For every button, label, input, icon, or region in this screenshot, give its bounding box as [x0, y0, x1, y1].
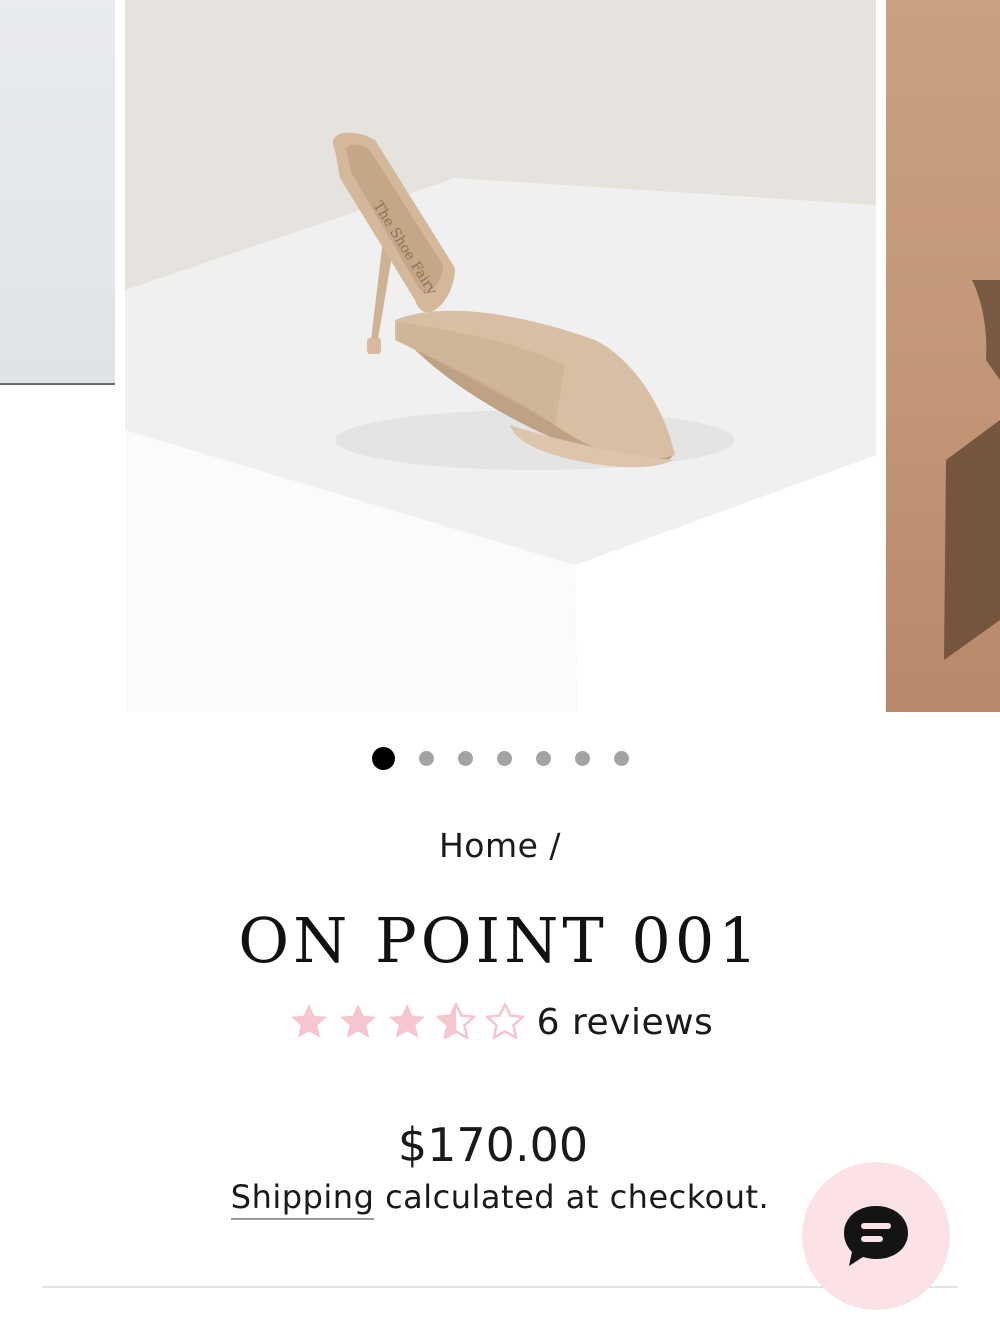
star-full-icon	[290, 1004, 327, 1038]
gallery-dot-6[interactable]	[574, 750, 590, 766]
star-full-icon	[388, 1004, 425, 1038]
star-full-icon	[339, 1004, 376, 1038]
breadcrumb-separator: /	[549, 826, 562, 865]
product-title: ON POINT 001	[238, 904, 762, 977]
gallery-pagination	[0, 745, 1000, 771]
shipping-link[interactable]: Shipping	[230, 1178, 375, 1220]
shipping-note-text: calculated at checkout.	[385, 1178, 770, 1216]
gallery-dot-7[interactable]	[613, 750, 629, 766]
product-rating[interactable]: 6 reviews	[0, 1000, 1000, 1044]
rating-stars	[287, 1000, 527, 1044]
gallery-dot-3[interactable]	[457, 750, 473, 766]
reviews-count-link[interactable]: 6 reviews	[537, 1002, 714, 1043]
breadcrumb-home-link[interactable]: Home	[439, 826, 538, 865]
shoe-product-photo: The Shoe Fairy	[125, 0, 876, 712]
gallery-dot-2[interactable]	[418, 750, 434, 766]
section-divider	[42, 1286, 958, 1288]
gallery-dot-4[interactable]	[496, 750, 512, 766]
breadcrumb: Home /	[0, 826, 1000, 865]
chat-bubble-icon	[844, 1206, 908, 1266]
chat-launcher-button[interactable]	[802, 1162, 950, 1310]
lifestyle-photo-peek	[944, 280, 1000, 660]
gallery-slide-next[interactable]	[886, 0, 1000, 712]
product-price: $170.00	[397, 1118, 589, 1172]
gallery-dot-5[interactable]	[535, 750, 551, 766]
star-half-icon	[436, 1002, 475, 1040]
product-image-main[interactable]: The Shoe Fairy	[125, 0, 876, 712]
star-empty-icon	[485, 1002, 524, 1040]
gallery-dot-1[interactable]	[371, 746, 395, 770]
gallery-slide-previous[interactable]	[0, 0, 115, 385]
